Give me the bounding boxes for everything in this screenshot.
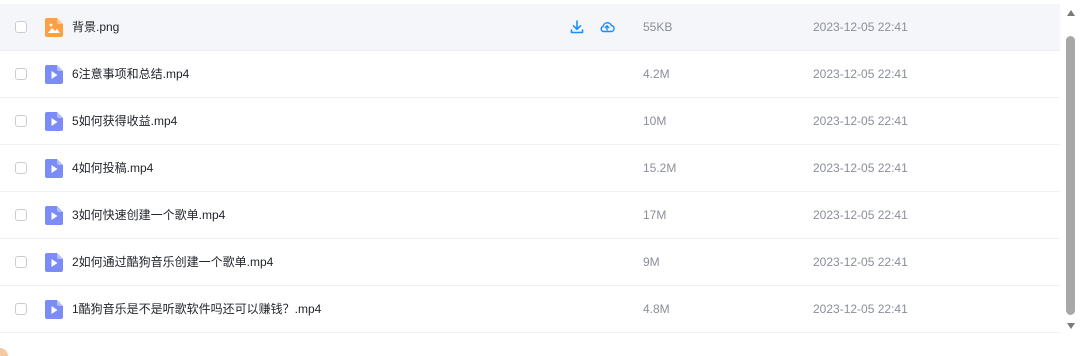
vertical-scrollbar[interactable] [1065, 10, 1078, 332]
row-checkbox[interactable] [15, 68, 27, 80]
file-size: 4.8M [643, 302, 670, 316]
file-name[interactable]: 5如何获得收益.mp4 [72, 98, 177, 145]
file-size: 10M [643, 114, 667, 128]
video-file-icon [45, 112, 63, 131]
file-row[interactable]: 背景.png 55KB 2023-12-05 22:41 [0, 4, 1060, 51]
download-icon[interactable] [569, 19, 585, 35]
file-size: 15.2M [643, 161, 677, 175]
file-list: 背景.png 55KB 2023-12-05 22:41 6注意事项和总结.mp… [0, 4, 1060, 333]
image-file-icon [45, 18, 63, 37]
file-name[interactable]: 6注意事项和总结.mp4 [72, 51, 189, 98]
video-file-icon [45, 206, 63, 225]
row-checkbox[interactable] [15, 209, 27, 221]
file-name[interactable]: 3如何快速创建一个歌单.mp4 [72, 192, 225, 239]
video-file-icon [45, 300, 63, 319]
file-row[interactable]: 1酷狗音乐是不是听歌软件吗还可以赚钱？.mp4 4.8M 2023-12-05 … [0, 286, 1060, 333]
scroll-up-arrow-icon[interactable] [1067, 10, 1075, 16]
file-name[interactable]: 背景.png [72, 4, 119, 51]
file-date: 2023-12-05 22:41 [813, 161, 908, 175]
file-row[interactable]: 6注意事项和总结.mp4 4.2M 2023-12-05 22:41 [0, 51, 1060, 98]
file-row[interactable]: 5如何获得收益.mp4 10M 2023-12-05 22:41 [0, 98, 1060, 145]
row-checkbox[interactable] [15, 256, 27, 268]
scroll-down-arrow-icon[interactable] [1067, 323, 1075, 329]
video-file-icon [45, 253, 63, 272]
scrollbar-thumb[interactable] [1066, 36, 1075, 315]
file-date: 2023-12-05 22:41 [813, 302, 908, 316]
file-date: 2023-12-05 22:41 [813, 208, 908, 222]
file-size: 4.2M [643, 67, 670, 81]
file-date: 2023-12-05 22:41 [813, 255, 908, 269]
corner-decoration [0, 348, 8, 356]
video-file-icon [45, 159, 63, 178]
file-date: 2023-12-05 22:41 [813, 20, 908, 34]
row-checkbox[interactable] [15, 162, 27, 174]
row-checkbox[interactable] [15, 21, 27, 33]
file-name[interactable]: 4如何投稿.mp4 [72, 145, 153, 192]
file-row[interactable]: 2如何通过酷狗音乐创建一个歌单.mp4 9M 2023-12-05 22:41 [0, 239, 1060, 286]
file-row[interactable]: 3如何快速创建一个歌单.mp4 17M 2023-12-05 22:41 [0, 192, 1060, 239]
row-checkbox[interactable] [15, 115, 27, 127]
row-checkbox[interactable] [15, 303, 27, 315]
file-name[interactable]: 2如何通过酷狗音乐创建一个歌单.mp4 [72, 239, 273, 286]
file-date: 2023-12-05 22:41 [813, 114, 908, 128]
file-size: 17M [643, 208, 667, 222]
file-size: 55KB [643, 20, 673, 34]
file-size: 9M [643, 255, 660, 269]
video-file-icon [45, 65, 63, 84]
cloud-upload-icon[interactable] [599, 19, 615, 35]
file-row[interactable]: 4如何投稿.mp4 15.2M 2023-12-05 22:41 [0, 145, 1060, 192]
file-name[interactable]: 1酷狗音乐是不是听歌软件吗还可以赚钱？.mp4 [72, 286, 321, 333]
file-date: 2023-12-05 22:41 [813, 67, 908, 81]
